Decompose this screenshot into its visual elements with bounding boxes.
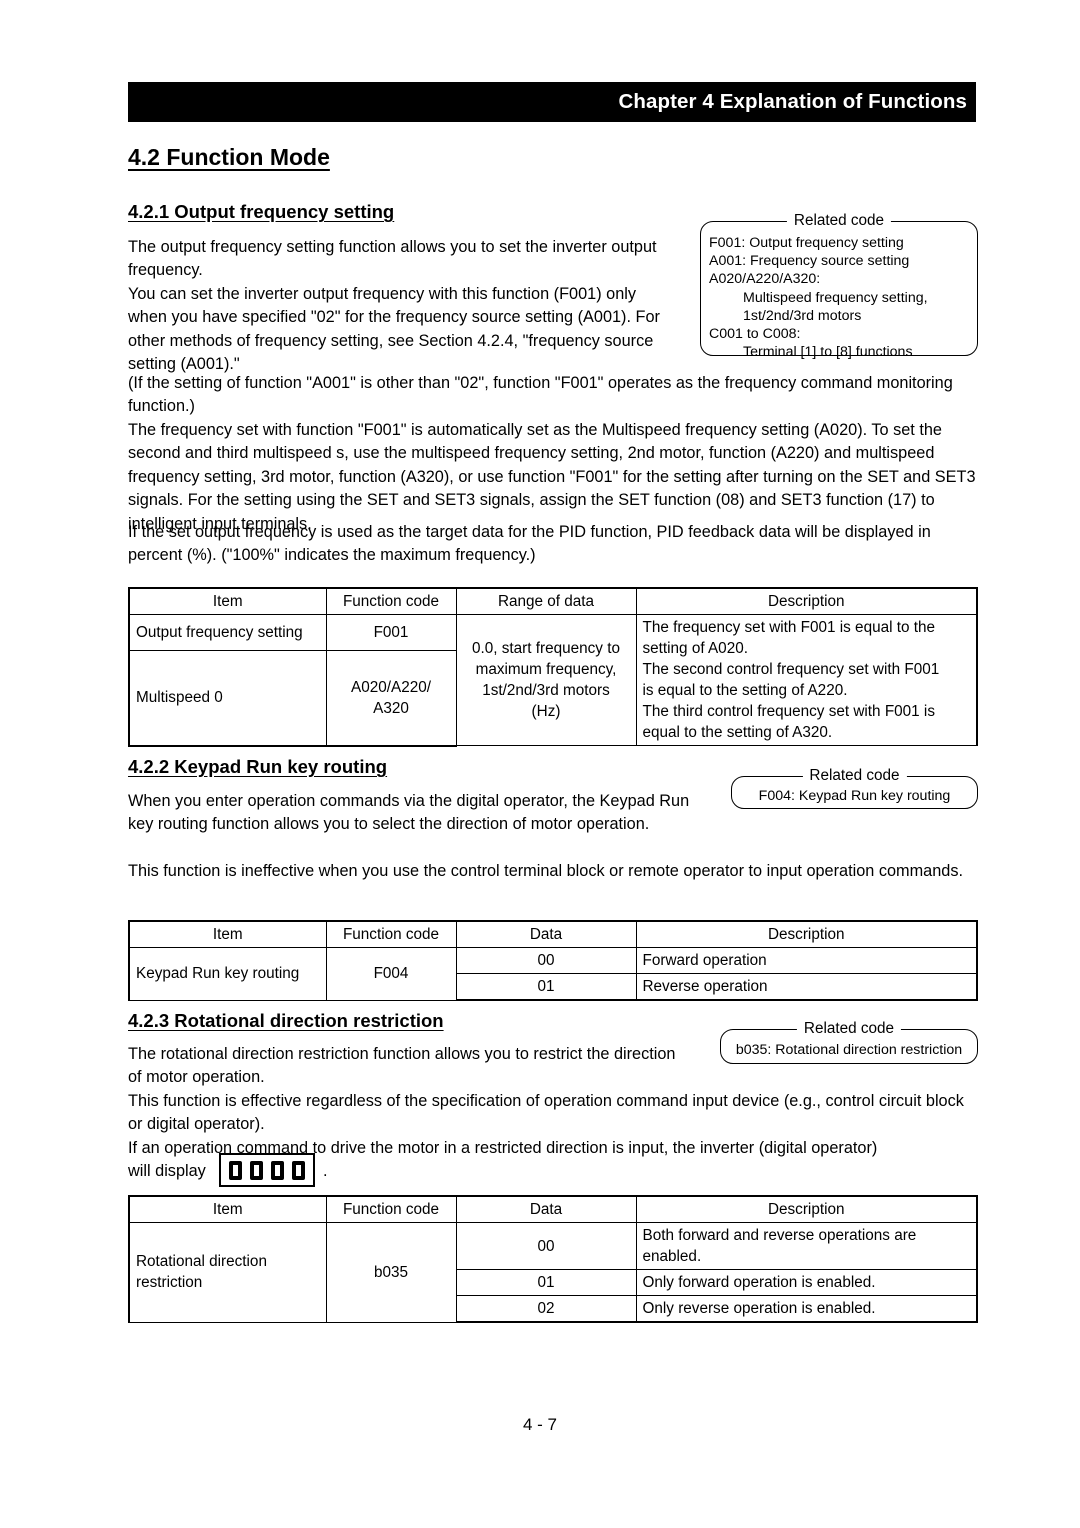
section-heading-4-2-1: 4.2.1 Output frequency setting [128,201,395,222]
paragraph-4-2-1-4: The frequency set with function "F001" i… [128,421,976,533]
paragraph-4-2-3-1: The rotational direction restriction fun… [128,1045,676,1087]
chapter-header-bar: Chapter 4 Explanation of Functions [128,82,976,122]
paragraph-4-2-1-2: You can set the inverter output frequenc… [128,285,660,374]
table-header-cell: Data [455,1195,637,1223]
table-cell-code: b035 [325,1222,457,1323]
range-line: (Hz) [531,703,561,720]
related-code-line: A001: Frequency source setting [709,253,910,270]
table-keypad-run-key-routing: Item Function code Data Description Keyp… [128,920,978,1001]
table-row: Output frequency setting F001 0.0, start… [128,614,978,746]
table-output-frequency-setting: Item Function code Range of data Descrip… [128,587,978,747]
section-heading-4-2-2: 4.2.2 Keypad Run key routing [128,756,388,777]
related-code-legend: Related code [796,1020,902,1038]
table-cell-data: 02 [455,1295,637,1323]
table-cell-description: Reverse operation [635,973,978,1001]
paragraph-4-2-3-2: This function is effective regardless of… [128,1092,964,1134]
related-code-content: F001: Output frequency setting A001: Fre… [700,234,978,361]
table-header-cell: Range of data [455,587,637,615]
range-line: 0.0, start frequency to [472,640,620,657]
chapter-title: Chapter 4 Explanation of Functions [618,90,967,113]
table-cell-code: F001 [325,614,457,651]
table-header-cell: Function code [325,1195,457,1223]
table-header-cell: Item [128,587,327,615]
related-code-content: F004: Keypad Run key routing [731,787,978,805]
table-cell-description: Both forward and reverse operations are … [635,1222,978,1270]
table-rotational-direction-restriction: Item Function code Data Description Rota… [128,1195,978,1323]
table-header-cell: Description [635,920,978,948]
table-header-cell: Description [635,587,978,615]
table-header-row: Item Function code Data Description [128,920,978,948]
table-cell-description: Only reverse operation is enabled. [635,1295,978,1323]
table-header-cell: Function code [325,920,457,948]
code-line: A320 [373,699,409,717]
display-prefix-text: will display [128,1162,206,1180]
related-code-line: C001 to C008: [709,326,801,343]
item-line: Rotational direction [136,1253,267,1271]
seven-segment-digit [292,1160,305,1180]
related-code-box-4-2-3: Related code b035: Rotational direction … [720,1020,978,1064]
seven-segment-digit [229,1160,242,1180]
related-code-box-4-2-1: Related code F001: Output frequency sett… [700,212,978,360]
description-line: The second control frequency set with F0… [642,661,940,678]
related-code-line: A020/A220/A320: [709,271,821,288]
description-line: is equal to the setting of A220. [642,682,848,699]
related-code-legend: Related code [786,212,892,230]
code-line: A020/A220/ [351,678,431,696]
table-header-row: Item Function code Data Description [128,1195,978,1223]
related-code-line: 1st/2nd/3rd motors [743,307,862,324]
table-cell-description: Only forward operation is enabled. [635,1269,978,1296]
seven-segment-digit [250,1160,263,1180]
table-cell-item: Keypad Run key routing [128,947,327,1001]
paragraph-4-2-1-1: The output frequency setting function al… [128,238,657,280]
paragraph-4-2-1-5: If the set output frequency is used as t… [128,523,931,565]
description-line: The frequency set with F001 is equal to … [642,619,936,636]
related-code-content: b035: Rotational direction restriction [720,1041,978,1059]
range-line: 1st/2nd/3rd motors [482,682,610,699]
related-code-line: F004: Keypad Run key routing [758,788,951,804]
description-line: equal to the setting of A320. [642,724,833,741]
section-heading-4-2-3: 4.2.3 Rotational direction restriction [128,1010,444,1031]
table-row: Rotational direction restriction b035 00… [128,1222,978,1323]
table-header-cell: Description [635,1195,978,1223]
table-cell-item: Multispeed 0 [128,649,327,747]
table-cell-description: The frequency set with F001 is equal to … [635,614,978,746]
description-line: The third control frequency set with F00… [642,703,935,720]
related-code-legend: Related code [802,767,907,785]
paragraph-4-2-2-1: When you enter operation commands via th… [128,792,690,834]
table-row: Keypad Run key routing F004 00 Forward o… [128,947,978,1001]
related-code-line: b035: Rotational direction restriction [735,1042,963,1058]
related-code-line: Terminal [1] to [8] functions [743,344,913,361]
related-code-line: F001: Output frequency setting [709,235,904,251]
table-cell-code: F004 [325,947,457,1001]
paragraph-4-2-1-3: (If the setting of function "A001" is ot… [128,374,953,416]
seven-segment-display [219,1153,315,1187]
table-cell-data: 00 [455,947,637,974]
table-header-cell: Item [128,920,327,948]
table-header-cell: Function code [325,587,457,615]
table-header-cell: Item [128,1195,327,1223]
table-cell-range: 0.0, start frequency to maximum frequenc… [455,614,637,746]
table-cell-description: Forward operation [635,947,978,974]
page-footer: 4 - 7 [522,1415,558,1434]
related-code-box-4-2-2: Related code F004: Keypad Run key routin… [731,767,978,809]
display-suffix-text: . [323,1162,328,1180]
related-code-line: Multispeed frequency setting, [743,289,928,306]
item-line: restriction [136,1274,203,1292]
seven-segment-digit [271,1160,284,1180]
range-line: maximum frequency, [475,661,617,678]
manual-page: Chapter 4 Explanation of Functions 4.2 F… [0,0,1080,1528]
description-line: setting of A020. [642,640,748,657]
table-cell-item: Rotational direction restriction [128,1222,327,1323]
table-cell-data: 01 [455,973,637,1001]
paragraph-4-2-2-2: This function is ineffective when you us… [128,862,964,880]
table-cell-data: 01 [455,1269,637,1296]
table-cell-code: A020/A220/ A320 [325,649,457,747]
table-cell-data: 00 [455,1222,637,1270]
section-heading-4-2: 4.2 Function Mode [128,144,330,170]
table-cell-item: Output frequency setting [128,614,327,651]
table-header-row: Item Function code Range of data Descrip… [128,587,978,615]
table-header-cell: Data [455,920,637,948]
